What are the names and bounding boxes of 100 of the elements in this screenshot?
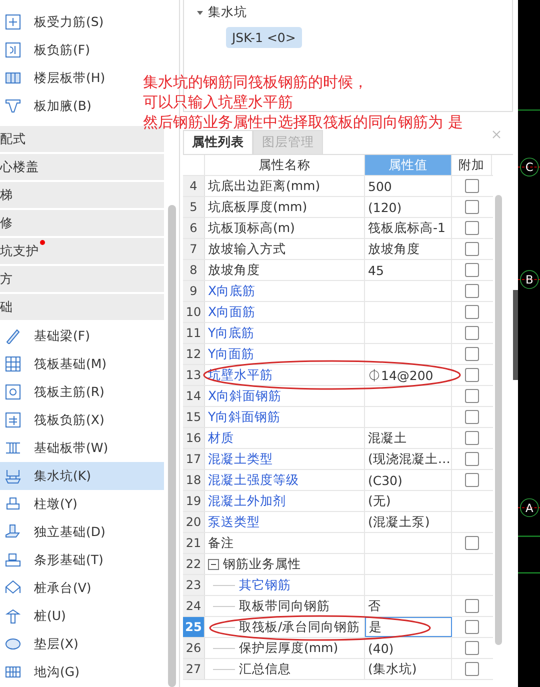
property-value[interactable]: (集水坑) (368, 660, 417, 678)
collapse-toggle[interactable] (208, 558, 219, 570)
category-header[interactable]: 础 (0, 294, 164, 320)
attach-checkbox[interactable] (465, 242, 479, 256)
attach-checkbox[interactable] (465, 599, 479, 613)
row-number[interactable]: 24 (183, 596, 205, 616)
attach-checkbox[interactable] (465, 662, 479, 676)
component-item[interactable]: 集水坑(K) (0, 462, 164, 490)
category-header[interactable]: 修 (0, 210, 164, 236)
component-item[interactable]: 条形基础(T) (0, 546, 164, 574)
attach-checkbox[interactable] (465, 431, 479, 445)
attach-checkbox[interactable] (465, 347, 479, 361)
property-value[interactable]: 筏板底标高-1 (368, 220, 446, 236)
attach-checkbox[interactable] (465, 410, 479, 424)
component-item[interactable]: 基础板带(W) (0, 434, 164, 462)
row-number[interactable]: 10 (183, 302, 205, 322)
property-value[interactable]: 是 (369, 618, 382, 636)
row-number[interactable]: 4 (183, 176, 205, 196)
attach-checkbox[interactable] (465, 641, 479, 655)
component-item[interactable]: 筏板主筋(R) (0, 378, 164, 406)
component-item[interactable]: 独立基础(D) (0, 518, 164, 546)
component-item[interactable]: 柱墩(Y) (0, 490, 164, 518)
strip-icon (5, 70, 21, 86)
component-item[interactable]: 板受力筋(S) (0, 8, 143, 36)
row-number[interactable]: 19 (183, 491, 205, 511)
footing-icon (5, 524, 21, 540)
attach-checkbox[interactable] (465, 179, 479, 193)
component-item[interactable]: 楼层板带(H) (0, 64, 143, 92)
property-value[interactable]: 500 (368, 178, 392, 194)
attach-checkbox[interactable] (465, 620, 479, 634)
component-item[interactable]: 桩承台(V) (0, 574, 164, 602)
property-name: 混凝土外加剂 (208, 492, 286, 510)
attach-checkbox[interactable] (465, 200, 479, 214)
row-number[interactable]: 14 (183, 386, 205, 406)
property-value[interactable]: 混凝土 (368, 430, 407, 446)
tree-item[interactable]: JSK-1 <0> (226, 27, 302, 48)
property-name: 钢筋业务属性 (223, 556, 301, 572)
category-header[interactable]: 坑支护 (0, 238, 164, 264)
property-name: 混凝土类型 (208, 450, 273, 468)
property-value[interactable]: (现浇混凝土… (368, 450, 450, 468)
row-number[interactable]: 6 (183, 218, 205, 238)
row-number[interactable]: 5 (183, 197, 205, 217)
tree-group-label[interactable]: 集水坑 (208, 4, 247, 21)
row-number[interactable]: 11 (183, 323, 205, 343)
row-number[interactable]: 27 (183, 659, 205, 679)
row-number[interactable]: 21 (183, 533, 205, 553)
row-number[interactable]: 26 (183, 638, 205, 658)
attach-checkbox[interactable] (465, 326, 479, 340)
property-name: 汇总信息 (239, 660, 291, 678)
strip-icon (5, 440, 21, 456)
component-item[interactable]: 板加腋(B) (0, 92, 143, 120)
caret-icon[interactable] (196, 8, 204, 16)
row-number[interactable]: 20 (183, 512, 205, 532)
panel-tab[interactable]: 属性列表 (183, 130, 253, 154)
property-name: 坑底出边距离(mm) (208, 178, 320, 194)
component-item[interactable]: 基础梁(F) (0, 322, 164, 350)
component-item[interactable]: 桩(U) (0, 602, 164, 630)
property-value[interactable]: 放坡角度 (368, 240, 420, 258)
row-number[interactable]: 16 (183, 428, 205, 448)
row-number[interactable]: 7 (183, 239, 205, 259)
attach-checkbox[interactable] (465, 389, 479, 403)
property-value[interactable]: 45 (368, 262, 384, 278)
attach-checkbox[interactable] (465, 536, 479, 550)
component-item[interactable]: 筏板基础(M) (0, 350, 164, 378)
attach-checkbox[interactable] (465, 221, 479, 235)
component-item[interactable]: 垫层(X) (0, 630, 164, 658)
row-number[interactable]: 12 (183, 344, 205, 364)
property-value[interactable]: (120) (368, 200, 402, 214)
row-number[interactable]: 9 (183, 281, 205, 301)
property-value[interactable]: 否 (368, 598, 381, 614)
property-name: X向底筋 (208, 282, 256, 300)
property-name: 取筏板/承台同向钢筋 (239, 618, 360, 636)
rebar-icon (5, 384, 21, 400)
attach-checkbox[interactable] (465, 452, 479, 466)
property-value[interactable]: (混凝土泵) (368, 514, 430, 530)
property-value[interactable]: (C30) (368, 472, 402, 488)
row-number[interactable]: 8 (183, 260, 205, 280)
property-name: Y向面筋 (208, 346, 255, 362)
property-name: X向面筋 (208, 304, 256, 320)
attach-checkbox[interactable] (465, 284, 479, 298)
property-value[interactable]: (40) (368, 640, 394, 656)
attach-checkbox[interactable] (465, 473, 479, 487)
row-number[interactable]: 18 (183, 470, 205, 490)
category-header[interactable]: 心楼盖 (0, 154, 164, 180)
property-value[interactable]: ⏀14@200 (368, 368, 434, 382)
category-header[interactable]: 梯 (0, 182, 164, 208)
component-item[interactable]: 筏板负筋(X) (0, 406, 164, 434)
row-number[interactable]: 13 (183, 365, 205, 385)
attach-checkbox[interactable] (465, 263, 479, 277)
category-header[interactable]: 方 (0, 266, 164, 292)
attach-checkbox[interactable] (465, 305, 479, 319)
row-number[interactable]: 22 (183, 554, 205, 574)
row-number[interactable]: 15 (183, 407, 205, 427)
component-item[interactable]: 地沟(G) (0, 658, 164, 686)
property-value[interactable]: (无) (368, 492, 391, 510)
row-number[interactable]: 23 (183, 575, 205, 595)
splitter-handle[interactable] (513, 290, 518, 380)
attach-checkbox[interactable] (465, 368, 479, 382)
component-item[interactable]: 板负筋(F) (0, 36, 143, 64)
row-number[interactable]: 17 (183, 449, 205, 469)
